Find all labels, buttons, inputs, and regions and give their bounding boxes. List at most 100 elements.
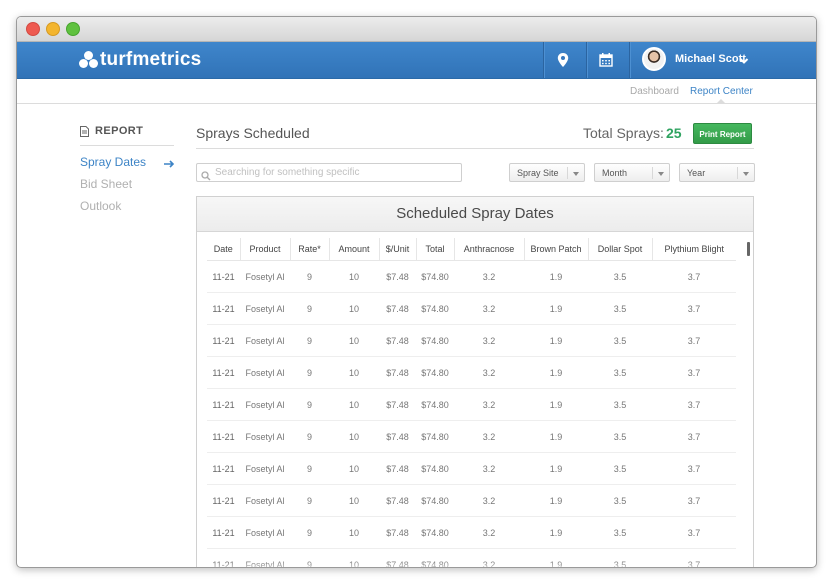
year-select-label: Year [687,168,706,178]
cell-unit-price: $7.48 [379,420,416,453]
sidebar-item-spray-dates[interactable]: Spray Dates [80,155,146,169]
cell-total: $74.80 [416,452,454,485]
search-icon [201,168,211,186]
minimize-window-button[interactable] [46,22,60,36]
cell-date: 11-21 [207,516,240,549]
table-row[interactable]: 11-21Fosetyl Al910$7.48$74.803.21.93.53.… [207,516,736,549]
chevron-down-icon [658,172,664,176]
cell-amount: 10 [329,388,379,421]
nav-report-center-link[interactable]: Report Center [690,86,753,97]
cell-anthracnose: 3.2 [454,516,524,549]
cell-dollar-spot: 3.5 [588,324,652,357]
spray-site-select-label: Spray Site [517,168,559,178]
sidebar-item-outlook[interactable]: Outlook [80,199,121,213]
cell-total: $74.80 [416,292,454,325]
brand-logo[interactable]: turfmetrics [79,49,201,71]
table-row[interactable]: 11-21Fosetyl Al910$7.48$74.803.21.93.53.… [207,388,736,421]
cell-total: $74.80 [416,324,454,357]
month-select[interactable]: Month [594,163,670,182]
cell-product: Fosetyl Al [240,484,290,517]
cell-product: Fosetyl Al [240,324,290,357]
cell-date: 11-21 [207,292,240,325]
table-row[interactable]: 11-21Fosetyl Al910$7.48$74.803.21.93.53.… [207,356,736,389]
cell-rate: 9 [290,356,329,389]
user-menu-name[interactable]: Michael Scott [675,53,746,65]
cell-date: 11-21 [207,420,240,453]
search-box[interactable] [196,163,462,182]
table-scrollbar[interactable] [747,242,750,256]
cell-amount: 10 [329,292,379,325]
cell-amount: 10 [329,260,379,293]
cell-dollar-spot: 3.5 [588,452,652,485]
document-icon [80,125,89,137]
cell-rate: 9 [290,452,329,485]
avatar[interactable] [642,47,666,71]
column-header-product[interactable]: Product [240,238,291,261]
table-row[interactable]: 11-21Fosetyl Al910$7.48$74.803.21.93.53.… [207,452,736,485]
column-header-date[interactable]: Date [207,238,241,261]
column-header-amount[interactable]: Amount [329,238,380,261]
search-input[interactable] [215,165,455,180]
cell-plythium-blight: 3.7 [652,388,736,421]
cell-anthracnose: 3.2 [454,388,524,421]
cell-product: Fosetyl Al [240,292,290,325]
table-row[interactable]: 11-21Fosetyl Al910$7.48$74.803.21.93.53.… [207,260,736,293]
cell-product: Fosetyl Al [240,420,290,453]
cell-total: $74.80 [416,420,454,453]
calendar-icon[interactable] [596,50,616,70]
column-header-dollar-spot[interactable]: Dollar Spot [588,238,653,261]
cell-brown-patch: 1.9 [524,292,588,325]
cell-dollar-spot: 3.5 [588,516,652,549]
nav-dashboard-link[interactable]: Dashboard [630,86,679,97]
table-title: Scheduled Spray Dates [197,197,753,232]
column-header-total[interactable]: Total [416,238,455,261]
cell-plythium-blight: 3.7 [652,516,736,549]
cell-amount: 10 [329,356,379,389]
cell-unit-price: $7.48 [379,516,416,549]
column-header-brown-patch[interactable]: Brown Patch [524,238,589,261]
column-header-anthracnose[interactable]: Anthracnose [454,238,525,261]
close-window-button[interactable] [26,22,40,36]
table-row[interactable]: 11-21Fosetyl Al910$7.48$74.803.21.93.53.… [207,324,736,357]
column-header-rate[interactable]: Rate* [290,238,330,261]
cell-plythium-blight: 3.7 [652,260,736,293]
header-divider [543,42,545,78]
cell-unit-price: $7.48 [379,292,416,325]
chevron-down-icon[interactable] [739,53,749,71]
cell-anthracnose: 3.2 [454,324,524,357]
table-fade-overlay [197,560,753,567]
column-header-unit-price[interactable]: $/Unit [379,238,417,261]
table-body: 11-21 Fosetyl Al 9 10 $7.48 $74.80 3.2 1.9 3.5 3.… [207,260,736,567]
table-row[interactable]: 11-21Fosetyl Al910$7.48$74.803.21.93.53.… [207,420,736,453]
spray-site-select[interactable]: Spray Site [509,163,585,182]
cell-dollar-spot: 3.5 [588,356,652,389]
map-pin-icon[interactable] [553,50,573,70]
cell-brown-patch: 1.9 [524,324,588,357]
total-sprays-count: 25 [666,125,682,141]
page-title: Sprays Scheduled [196,125,310,141]
year-select[interactable]: Year [679,163,755,182]
cell-anthracnose: 3.2 [454,452,524,485]
cell-plythium-blight: 3.7 [652,324,736,357]
table-row[interactable]: 11-21Fosetyl Al910$7.48$74.803.21.93.53.… [207,292,736,325]
cell-dollar-spot: 3.5 [588,420,652,453]
column-header-plythium-blight[interactable]: Plythium Blight [652,238,736,261]
table-row[interactable]: 11-21Fosetyl Al910$7.48$74.803.21.93.53.… [207,484,736,517]
print-report-button[interactable]: Print Report [693,123,752,144]
cell-plythium-blight: 3.7 [652,292,736,325]
cell-total: $74.80 [416,260,454,293]
browser-window: turfmetrics Michael Scott Dashboard Repo… [16,16,817,568]
cell-date: 11-21 [207,452,240,485]
cell-product: Fosetyl Al [240,452,290,485]
cell-date: 11-21 [207,484,240,517]
select-divider [652,167,653,179]
zoom-window-button[interactable] [66,22,80,36]
cell-rate: 9 [290,420,329,453]
cell-rate: 9 [290,292,329,325]
cell-dollar-spot: 3.5 [588,388,652,421]
cell-product: Fosetyl Al [240,516,290,549]
chevron-down-icon [743,172,749,176]
sidebar-heading: REPORT [80,125,175,137]
sidebar-item-bid-sheet[interactable]: Bid Sheet [80,177,132,191]
cell-plythium-blight: 3.7 [652,452,736,485]
